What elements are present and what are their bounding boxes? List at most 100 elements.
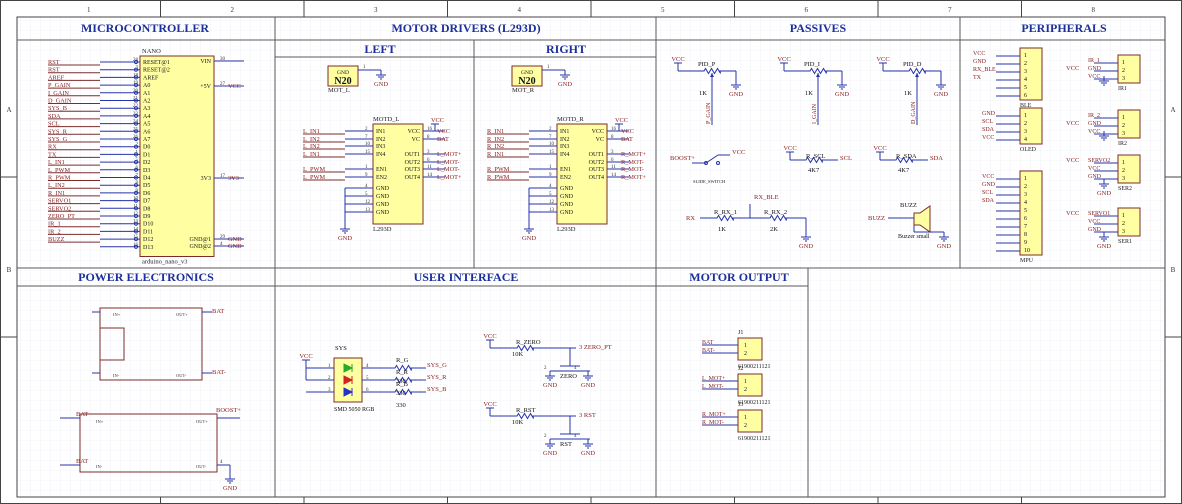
header-net-label: VCC <box>1088 166 1100 172</box>
section-title-microcontroller: MICROCONTROLLER <box>81 21 209 35</box>
driver-pin-name: IN2 <box>376 137 385 143</box>
vcc-label: VCC <box>299 353 312 360</box>
header-net-label: GND <box>1088 227 1102 233</box>
nano-part-name: arduino_nano_v3 <box>142 259 188 266</box>
driver-net-label: VCC <box>621 128 634 135</box>
header-pin-number: 8 <box>1024 232 1027 238</box>
pin-number: 13 <box>549 208 555 213</box>
header-net-label: VCC <box>982 174 994 180</box>
header-pin-number: 2 <box>1122 68 1125 74</box>
header-pin-number: 3 <box>1024 129 1027 135</box>
column-label: 3 <box>374 6 378 14</box>
driver-pin-name: GND <box>376 194 390 200</box>
ground-label: GND <box>522 235 536 242</box>
pullup-ref: R_SCL <box>806 153 826 160</box>
vcc-label: VCC <box>876 56 889 63</box>
pin-number: 12 <box>365 200 371 205</box>
ground-label: GND <box>934 91 948 98</box>
section-title-motor-output: MOTOR OUTPUT <box>689 270 788 284</box>
buzzer-value: Buzzer small <box>898 234 930 240</box>
resistor-ref: R_ZERO <box>516 339 541 346</box>
connector-net-label: BAT- <box>702 348 715 354</box>
column-label: 4 <box>518 6 522 14</box>
ir1-header-ref: IR1 <box>1118 86 1127 92</box>
header-net-label: SCL <box>982 119 993 125</box>
nano-pin-name: D4 <box>143 176 150 182</box>
header-net-label: GND <box>982 182 996 188</box>
nano-pin-number: 27 <box>220 82 226 87</box>
row-label: A <box>6 106 11 114</box>
motor-connector-body <box>737 409 763 433</box>
header-net-label: SCL <box>982 190 993 196</box>
header-net-label: IR_2 <box>1088 113 1100 119</box>
connector-pin-number: 1 <box>744 415 747 421</box>
vcc-label: VCC <box>431 117 444 124</box>
driver-ref: MOTD_L <box>373 116 399 123</box>
column-label: 8 <box>1092 6 1096 14</box>
driver-pin-name: GND <box>376 186 390 192</box>
pot-ref: PID_P <box>698 61 716 68</box>
ground-label: GND <box>223 485 237 492</box>
pullup-value: 4K7 <box>898 167 910 174</box>
nano-pin-name: GND@2 <box>189 244 211 250</box>
led-ref: SYS <box>335 345 347 352</box>
driver-net-label: BAT <box>437 136 449 143</box>
motor-connector-body <box>737 373 763 397</box>
section-title-passives: PASSIVES <box>790 21 847 35</box>
driver-pin-name: GND <box>376 202 390 208</box>
driver-net-label: R_MOT+ <box>621 151 646 158</box>
module-pin-label: OUT+ <box>176 312 188 317</box>
header-net-label: GND <box>982 111 996 117</box>
power-net-label: BAT <box>212 308 224 315</box>
header-pin-number: 1 <box>1122 115 1125 121</box>
header-net-label: VCC <box>1088 74 1100 80</box>
connector-net-label: L_MOT- <box>702 384 723 390</box>
pot-value: 1K <box>805 90 813 97</box>
section-title-left: LEFT <box>364 42 395 56</box>
header-pin-number: 1 <box>1024 53 1027 59</box>
ground-label: GND <box>374 81 388 88</box>
column-label: 7 <box>948 6 952 14</box>
header-net-label: GND <box>1088 174 1102 180</box>
driver-net-label: L_MOT+ <box>437 151 462 158</box>
buzz-net-label: BUZZ <box>868 215 885 222</box>
pin-number: 16 <box>427 127 433 132</box>
header-net-label: RX_BLE <box>973 67 996 73</box>
header-pin-number: 3 <box>1122 131 1125 137</box>
section-title-peripherals: PERIPHERALS <box>1021 21 1107 35</box>
driver-pin-name: VC <box>412 137 420 143</box>
resistor-value: 330 <box>396 378 406 385</box>
motor-connector-body <box>737 337 763 361</box>
nano-pin-name: A6 <box>143 129 150 135</box>
driver-pin-name: EN1 <box>560 167 571 173</box>
driver-pin-name: IN3 <box>560 144 569 150</box>
header-pin-number: 2 <box>1122 221 1125 227</box>
row-label: A <box>1170 106 1175 114</box>
driver-pin-name: IN4 <box>376 152 385 158</box>
nano-net-label: 3V3 <box>228 175 239 182</box>
n20-label: N20 <box>334 76 351 87</box>
nano-pin-name: RESET@2 <box>143 68 170 74</box>
pin-number: 13 <box>365 208 371 213</box>
driver-net-label: BAT <box>621 136 633 143</box>
pin-number: 10 <box>549 142 555 147</box>
header-pin-number: 1 <box>1024 176 1027 182</box>
row-label: B <box>7 266 12 274</box>
ground-label: GND <box>1097 243 1111 250</box>
driver-pin-name: IN4 <box>560 152 569 158</box>
driver-pin-name: VC <box>596 137 604 143</box>
header-pin-number: 4 <box>1024 137 1027 143</box>
driver-pin-name: GND <box>560 210 574 216</box>
nano-pin-name: D8 <box>143 206 150 212</box>
header-net-label: VCC <box>973 51 985 57</box>
header-pin-number: 7 <box>1024 224 1027 230</box>
driver-net-label: L_MOT- <box>437 166 460 173</box>
driver-pin-name: IN1 <box>560 129 569 135</box>
driver-pin-name: VCC <box>592 129 604 135</box>
pot-net-label: D_GAIN <box>911 101 917 124</box>
header-pin-number: 4 <box>1024 77 1027 83</box>
divider-value: 1K <box>718 226 726 233</box>
connector-pin-number: 2 <box>744 351 747 357</box>
module-pin-label: IN+ <box>96 419 104 424</box>
nano-pin-name: A3 <box>143 106 150 112</box>
